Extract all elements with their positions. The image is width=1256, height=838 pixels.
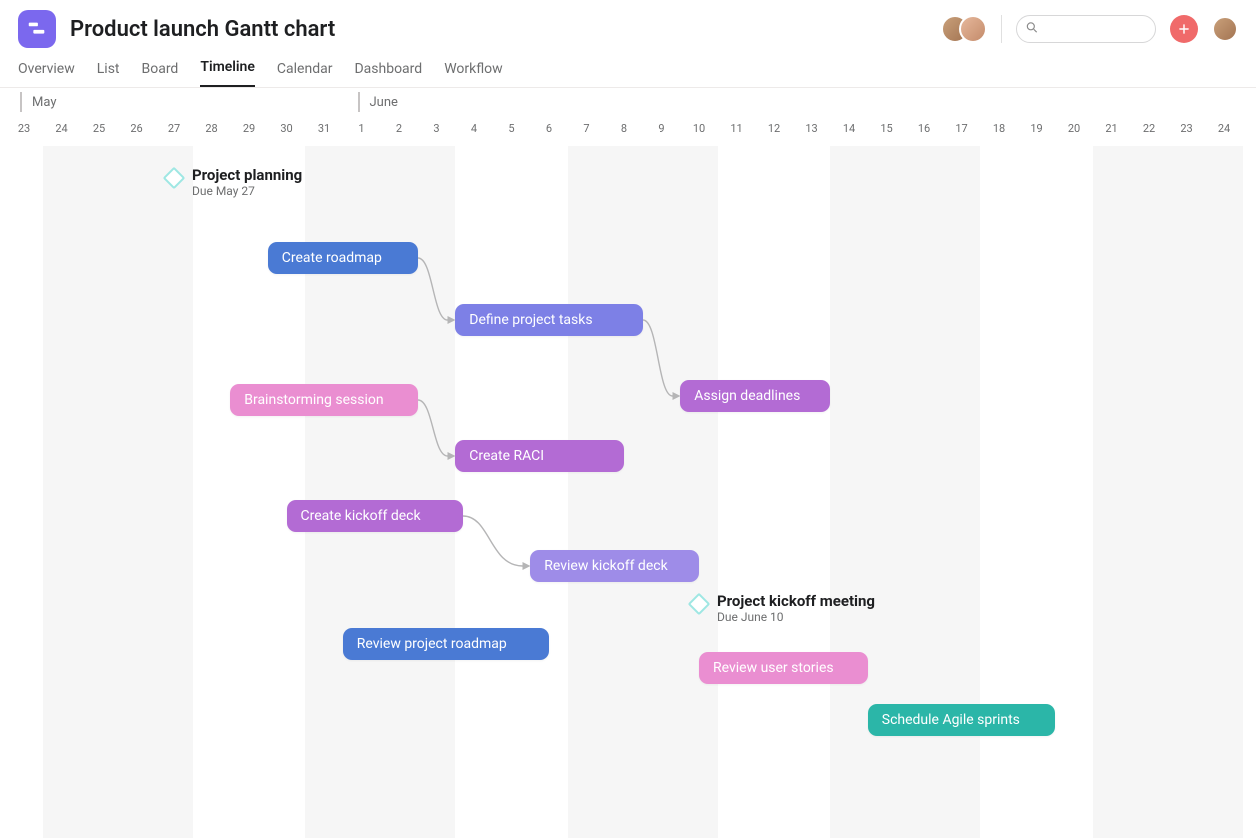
date-label: 12 (762, 122, 786, 135)
tab-calendar[interactable]: Calendar (277, 61, 333, 87)
milestone-diamond-icon (688, 593, 711, 616)
date-label: 23 (1175, 122, 1199, 135)
tab-dashboard[interactable]: Dashboard (354, 61, 422, 87)
date-label: 23 (12, 122, 36, 135)
date-label: 26 (125, 122, 149, 135)
date-label: 24 (1212, 122, 1236, 135)
date-label: 7 (575, 122, 599, 135)
task-raci[interactable]: Create RACI (455, 440, 624, 472)
task-reviewroadmap[interactable]: Review project roadmap (343, 628, 549, 660)
task-reviewstories[interactable]: Review user stories (699, 652, 868, 684)
gantt-icon (26, 18, 48, 40)
tab-timeline[interactable]: Timeline (200, 59, 255, 87)
milestone-planning[interactable]: Project planningDue May 27 (166, 166, 302, 198)
month-row: May June (0, 88, 1256, 116)
member-avatars[interactable] (941, 15, 987, 43)
user-avatar[interactable] (1212, 16, 1238, 42)
date-label: 8 (612, 122, 636, 135)
project-title: Product launch Gantt chart (70, 17, 335, 42)
date-label: 19 (1025, 122, 1049, 135)
date-label: 1 (350, 122, 374, 135)
header-right (941, 15, 1238, 43)
date-label: 31 (312, 122, 336, 135)
tab-board[interactable]: Board (142, 61, 179, 87)
search-box[interactable] (1016, 15, 1156, 43)
dates-row: 2324252627282930311234567891011121314151… (0, 116, 1256, 146)
milestone-diamond-icon (163, 167, 186, 190)
date-label: 16 (912, 122, 936, 135)
divider (1001, 15, 1002, 43)
task-kickoffdeck[interactable]: Create kickoff deck (287, 500, 463, 532)
date-label: 30 (275, 122, 299, 135)
date-label: 25 (87, 122, 111, 135)
date-label: 10 (687, 122, 711, 135)
milestone-title: Project kickoff meeting (717, 592, 875, 610)
date-label: 27 (162, 122, 186, 135)
date-label: 24 (50, 122, 74, 135)
task-brainstorm[interactable]: Brainstorming session (230, 384, 418, 416)
tab-workflow[interactable]: Workflow (444, 61, 503, 87)
date-label: 17 (950, 122, 974, 135)
date-label: 22 (1137, 122, 1161, 135)
header: Product launch Gantt chart (0, 0, 1256, 48)
search-icon (1025, 20, 1039, 39)
date-label: 20 (1062, 122, 1086, 135)
date-label: 9 (650, 122, 674, 135)
date-label: 4 (462, 122, 486, 135)
month-label: May (20, 92, 56, 112)
plus-icon (1177, 22, 1191, 36)
avatar[interactable] (959, 15, 987, 43)
tabs: Overview List Board Timeline Calendar Da… (0, 48, 1256, 88)
milestone-title: Project planning (192, 166, 302, 184)
date-label: 18 (987, 122, 1011, 135)
task-roadmap[interactable]: Create roadmap (268, 242, 418, 274)
tab-list[interactable]: List (97, 61, 120, 87)
milestone-kickoff[interactable]: Project kickoff meetingDue June 10 (691, 592, 875, 624)
date-label: 6 (537, 122, 561, 135)
timeline: MayJune 23242526272829303112345678910111… (0, 88, 1256, 838)
task-define[interactable]: Define project tasks (455, 304, 643, 336)
milestone-due: Due June 10 (717, 610, 875, 624)
project-icon (18, 10, 56, 48)
date-label: 5 (500, 122, 524, 135)
date-label: 29 (237, 122, 261, 135)
date-label: 14 (837, 122, 861, 135)
milestone-due: Due May 27 (192, 184, 302, 198)
tab-overview[interactable]: Overview (18, 61, 75, 87)
month-label: June (358, 92, 398, 112)
date-label: 28 (200, 122, 224, 135)
date-label: 2 (387, 122, 411, 135)
timeline-content: Project planningDue May 27 Create roadmap… (0, 146, 1256, 838)
task-reviewkickoff[interactable]: Review kickoff deck (530, 550, 699, 582)
date-label: 11 (725, 122, 749, 135)
date-label: 15 (875, 122, 899, 135)
add-button[interactable] (1170, 15, 1198, 43)
task-assign[interactable]: Assign deadlines (680, 380, 830, 412)
date-label: 21 (1100, 122, 1124, 135)
date-label: 3 (425, 122, 449, 135)
task-sprints[interactable]: Schedule Agile sprints (868, 704, 1056, 736)
date-label: 13 (800, 122, 824, 135)
